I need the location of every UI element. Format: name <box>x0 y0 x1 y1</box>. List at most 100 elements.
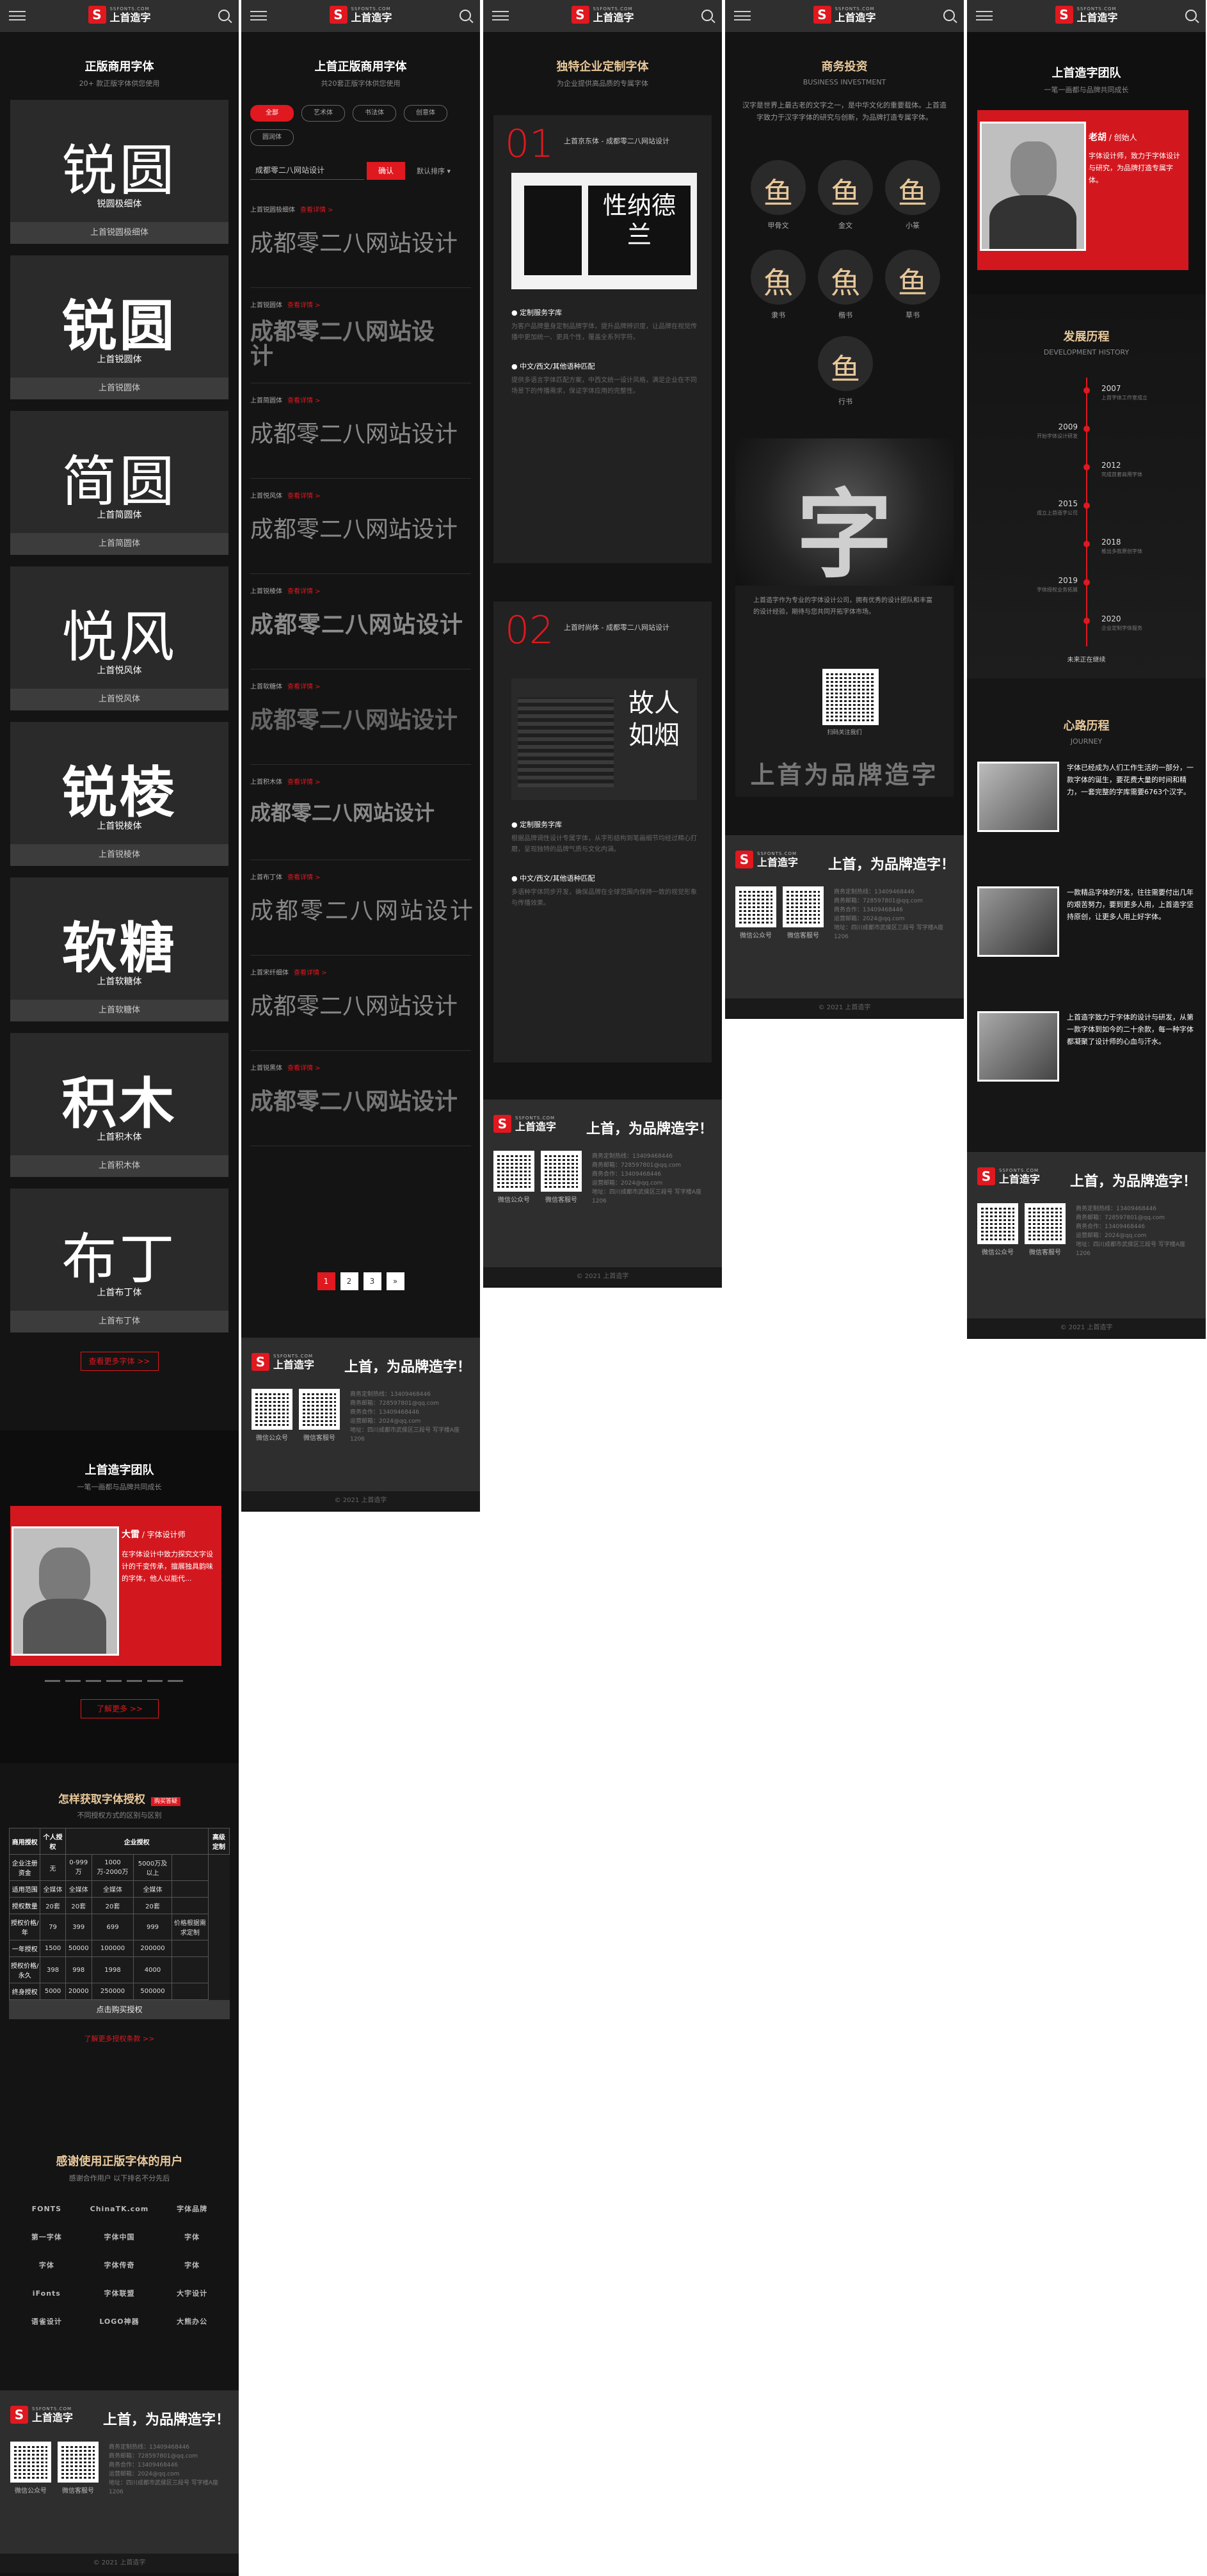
page-button[interactable]: 1 <box>317 1272 335 1290</box>
history-title: 发展历程 <box>1063 330 1110 344</box>
font-card-caption[interactable]: 上首锐圆极细体 <box>10 222 228 244</box>
license-terms-link[interactable]: 了解更多授权条款 >> <box>0 2033 239 2044</box>
font-card-caption[interactable]: 上首积木体 <box>10 1155 228 1177</box>
font-card-caption[interactable]: 上首悦风体 <box>10 689 228 710</box>
search-icon[interactable] <box>1185 10 1197 21</box>
search-icon[interactable] <box>460 10 471 21</box>
menu-icon[interactable] <box>734 11 751 20</box>
partner-logo: 字体 <box>38 2261 54 2269</box>
timeline-year: 2007 <box>1101 384 1121 393</box>
category-tag[interactable]: 艺术体 <box>301 105 345 122</box>
script-glyph: 魚 <box>831 266 860 300</box>
table-cell: 4000 <box>133 1956 172 1983</box>
footer-info-line: 商务邮箱：728597801@qq.com <box>592 1162 682 1169</box>
preview-text-input[interactable]: 成都零二八网站设计 <box>250 161 364 180</box>
menu-icon[interactable] <box>250 11 267 20</box>
menu-icon[interactable] <box>492 11 509 20</box>
font-card[interactable]: 锐圆 上首锐圆体 上首锐圆体 <box>10 255 228 399</box>
table-cell: 398 <box>40 1956 66 1983</box>
qr-label: 微信客服号 <box>62 2488 94 2495</box>
table-cell: 企业注册资金 <box>8 1854 41 1881</box>
font-item-detail-link[interactable]: 查看详情 > <box>287 397 321 404</box>
footer-logo-icon: S <box>735 851 753 868</box>
table-cell: 20000 <box>65 1983 92 2000</box>
category-tag[interactable]: 全部 <box>250 105 294 122</box>
logo[interactable]: S SSFONTS.COM 上首造字 <box>813 6 876 24</box>
table-cell: 699 <box>91 1914 134 1940</box>
case-image-text: 性纳德兰 <box>588 186 691 275</box>
logo[interactable]: S SSFONTS.COM 上首造字 <box>88 6 151 24</box>
script-glyph: 鱼 <box>898 176 927 211</box>
font-list-item[interactable]: 上首宋纤细体 查看详情 > 成都零二八网站设计 <box>250 956 471 1051</box>
search-icon[interactable] <box>701 10 713 21</box>
category-tag[interactable]: 创意体 <box>404 105 447 122</box>
footer-logo-domain: SSFONTS.COM <box>273 1353 314 1359</box>
font-card[interactable]: 简圆 上首简圆体 上首简圆体 <box>10 411 228 555</box>
font-card[interactable]: 锐圆 锐圆极细体 上首锐圆极细体 <box>10 100 228 244</box>
font-item-preview: 成都零二八网站设计 <box>250 707 458 733</box>
table-header-cell: 商用授权 <box>8 1828 41 1855</box>
font-card[interactable]: 软糖 上首软糖体 上首软糖体 <box>10 877 228 1021</box>
font-card-caption[interactable]: 上首锐棱体 <box>10 844 228 866</box>
team-more-button[interactable]: 了解更多 >> <box>81 1699 159 1718</box>
font-card-caption[interactable]: 上首锐圆体 <box>10 378 228 399</box>
logo[interactable]: S SSFONTS.COM 上首造字 <box>329 6 392 24</box>
font-card[interactable]: 锐棱 上首锐棱体 上首锐棱体 <box>10 722 228 866</box>
more-fonts-button[interactable]: 查看更多字体 >> <box>80 1352 159 1371</box>
team-slider-dots[interactable] <box>45 1680 183 1682</box>
script-glyph-circle: 鱼 <box>885 160 940 215</box>
font-list-item[interactable]: 上首锐黑体 查看详情 > 成都零二八网站设计 <box>250 1051 471 1146</box>
menu-icon[interactable] <box>9 11 26 20</box>
footer-info-line: 商务邮箱：728597801@qq.com <box>350 1400 440 1407</box>
footer-info-line: 商务定制热线：13409468446 <box>834 889 915 895</box>
logo[interactable]: S SSFONTS.COM 上首造字 <box>571 6 634 24</box>
font-item-detail-link[interactable]: 查看详情 > <box>287 779 321 786</box>
footer-info-line: 地址：四川成都市武侯区三段号 写字楼A座1206 <box>834 925 944 940</box>
confirm-button[interactable]: 确认 <box>367 161 405 180</box>
font-item-detail-link[interactable]: 查看详情 > <box>287 493 321 500</box>
font-list-item[interactable]: 上首简圆体 查看详情 > 成都零二八网站设计 <box>250 383 471 479</box>
font-list-item[interactable]: 上首锐棱体 查看详情 > 成都零二八网站设计 <box>250 574 471 669</box>
menu-icon[interactable] <box>976 11 993 20</box>
font-list-item[interactable]: 上首布丁体 查看详情 > 成都零二八网站设计 <box>250 860 473 956</box>
next-page-button[interactable]: » <box>386 1272 404 1290</box>
font-list-item[interactable]: 上首软糖体 查看详情 > 成都零二八网站设计 <box>250 669 471 765</box>
font-list-item[interactable]: 上首锐圆体 查看详情 > 成都零二八网站设计 <box>250 288 471 383</box>
font-item-detail-link[interactable]: 查看详情 > <box>287 684 321 691</box>
font-card-caption[interactable]: 上首简圆体 <box>10 533 228 555</box>
search-icon[interactable] <box>218 10 230 21</box>
license-badge[interactable]: 购买答疑 <box>151 1797 181 1806</box>
font-list-item[interactable]: 上首悦风体 查看详情 > 成都零二八网站设计 <box>250 479 471 574</box>
page-button[interactable]: 2 <box>340 1272 358 1290</box>
business-intro: 汉字是世界上最古老的文字之一，是中华文化的重要载体。上首造字致力于汉字字体的研究… <box>742 101 947 122</box>
journey-subtitle: JOURNEY <box>1070 737 1103 746</box>
font-card-caption[interactable]: 上首软糖体 <box>10 1000 228 1021</box>
category-tag[interactable]: 圆润体 <box>250 129 294 146</box>
team-title: 上首造字团队 <box>1051 67 1121 80</box>
search-icon[interactable] <box>943 10 955 21</box>
footer-info-line: 运营邮箱：2024@qq.com <box>592 1180 663 1187</box>
logo[interactable]: S SSFONTS.COM 上首造字 <box>1055 6 1118 24</box>
font-list-item[interactable]: 上首积木体 查看详情 > 成都零二八网站设计 <box>250 765 471 860</box>
table-cell: 998 <box>65 1956 92 1983</box>
case-image-text: 故人如烟 <box>628 689 680 750</box>
font-item-detail-link[interactable]: 查看详情 > <box>287 1065 321 1072</box>
font-item-detail-link[interactable]: 查看详情 > <box>287 874 321 881</box>
category-tag[interactable]: 书法体 <box>353 105 396 122</box>
font-card[interactable]: 悦风 上首悦风体 上首悦风体 <box>10 566 228 710</box>
font-preview-name: 上首软糖体 <box>97 977 142 987</box>
sort-dropdown[interactable]: 默认排序 ▾ <box>417 166 451 176</box>
footer-info-line: 商务定制热线：13409468446 <box>592 1153 673 1160</box>
footer-info-line: 运营邮箱：2024@qq.com <box>109 2471 180 2477</box>
table-cell: 授权价格/永久 <box>8 1956 41 1983</box>
buy-license-button[interactable]: 点击购买授权 <box>9 2000 230 2019</box>
font-item-detail-link[interactable]: 查看详情 > <box>300 207 333 214</box>
font-card[interactable]: 布丁 上首布丁体 上首布丁体 <box>10 1188 228 1332</box>
font-card[interactable]: 积木 上首积木体 上首积木体 <box>10 1033 228 1177</box>
page-button[interactable]: 3 <box>363 1272 381 1290</box>
font-item-detail-link[interactable]: 查看详情 > <box>287 302 321 309</box>
font-item-detail-link[interactable]: 查看详情 > <box>287 588 321 595</box>
font-list-item[interactable]: 上首锐圆极细体 查看详情 > 成都零二八网站设计 <box>250 193 471 288</box>
font-card-caption[interactable]: 上首布丁体 <box>10 1311 228 1332</box>
font-item-detail-link[interactable]: 查看详情 > <box>294 970 327 977</box>
